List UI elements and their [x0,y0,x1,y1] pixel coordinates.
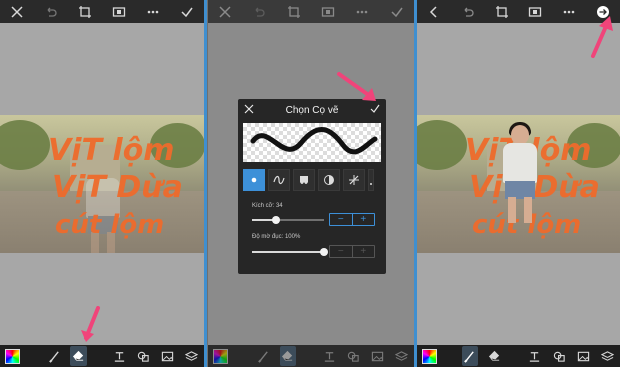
undo-icon[interactable] [250,3,268,21]
size-increase-button[interactable]: + [351,214,375,225]
shapes-icon[interactable] [346,346,362,366]
eraser-icon[interactable] [486,346,502,366]
brush-dot[interactable] [243,169,265,191]
drawing-line: cút lộm [55,210,164,240]
layers-icon[interactable] [600,346,616,366]
crop-icon[interactable] [493,3,511,21]
check-icon[interactable] [178,3,196,21]
bottom-toolbar [0,345,204,367]
tutorial-composite: VịT lộm VịT Dừa cút lộm Chọn Cọ vẽ Kích … [0,0,620,367]
crop-icon[interactable] [285,3,303,21]
bottom-toolbar [417,345,620,367]
panel-divider [204,0,207,367]
photo-canvas[interactable]: VịT lộm VịT Dừa cút lộm [0,115,204,253]
color-picker-icon[interactable] [421,346,437,366]
size-slider-thumb[interactable] [272,216,281,224]
camera-icon[interactable] [319,3,337,21]
editor-panel-after: VịT lộm VịT Dừa cút lộm [417,0,620,367]
editor-panel-before: VịT lộm VịT Dừa cút lộm [0,0,204,367]
opacity-slider[interactable] [252,248,328,256]
shapes-icon[interactable] [551,346,567,366]
brush-type-list [243,169,383,191]
close-icon[interactable] [216,3,234,21]
layers-icon[interactable] [394,346,410,366]
brush-wave[interactable] [268,169,290,191]
color-picker-icon[interactable] [212,346,228,366]
photo-canvas[interactable]: VịT lộm VịT Dừa cút lộm [417,115,620,253]
opacity-stepper: − + [329,245,375,258]
image-icon[interactable] [370,346,386,366]
layers-icon[interactable] [184,346,200,366]
more-icon[interactable] [353,3,371,21]
top-toolbar [208,0,414,23]
drawing-line: VịT lộm [48,133,175,168]
eraser-icon[interactable] [70,346,87,366]
brush-icon[interactable] [255,346,271,366]
more-icon[interactable] [560,3,578,21]
opacity-decrease-button[interactable]: − [330,246,352,257]
brush-scatter[interactable] [343,169,365,191]
image-icon[interactable] [159,346,175,366]
preview-stroke [250,127,378,155]
size-stepper: − + [329,213,375,226]
camera-icon[interactable] [110,3,128,21]
brush-drip[interactable] [293,169,315,191]
size-slider[interactable] [252,216,324,224]
size-label: Kích cỡ: 34 [252,203,283,209]
crop-icon[interactable] [76,3,94,21]
more-icon[interactable] [144,3,162,21]
brush-half-circle[interactable] [318,169,340,191]
annotation-arrow [591,16,613,58]
size-decrease-button[interactable]: − [330,214,352,225]
eraser-icon[interactable] [279,346,296,366]
undo-icon[interactable] [459,3,477,21]
camera-icon[interactable] [526,3,544,21]
annotation-arrow [81,306,100,342]
shapes-icon[interactable] [135,346,151,366]
opacity-slider-fill [252,251,324,253]
text-icon[interactable] [111,346,127,366]
text-icon[interactable] [321,346,337,366]
brush-more[interactable] [368,169,374,191]
opacity-label: Độ mờ đục: 100% [252,234,301,240]
drawing-line: VịT Dừa [52,170,183,205]
back-icon[interactable] [425,3,443,21]
color-picker-icon[interactable] [4,346,20,366]
bottom-toolbar [208,345,414,367]
dialog-title: Chọn Cọ vẽ [285,104,339,116]
opacity-increase-button[interactable]: + [351,246,375,257]
brush-icon[interactable] [461,346,478,366]
close-icon[interactable] [244,101,254,119]
stroke-preview [243,123,381,162]
image-icon[interactable] [575,346,591,366]
opacity-slider-thumb[interactable] [320,248,328,256]
close-icon[interactable] [8,3,26,21]
brush-picker-dialog: Chọn Cọ vẽ Kích cỡ: 34 − + Độ mờ đục: 10… [238,99,386,274]
drawing-layer: VịT lộm VịT Dừa cút lộm [48,133,183,240]
check-icon[interactable] [388,3,406,21]
brush-icon[interactable] [46,346,62,366]
annotation-arrow [337,72,376,101]
editor-panel-brush-settings: Chọn Cọ vẽ Kích cỡ: 34 − + Độ mờ đục: 10… [208,0,414,367]
text-icon[interactable] [527,346,543,366]
top-toolbar [0,0,204,23]
undo-icon[interactable] [42,3,60,21]
